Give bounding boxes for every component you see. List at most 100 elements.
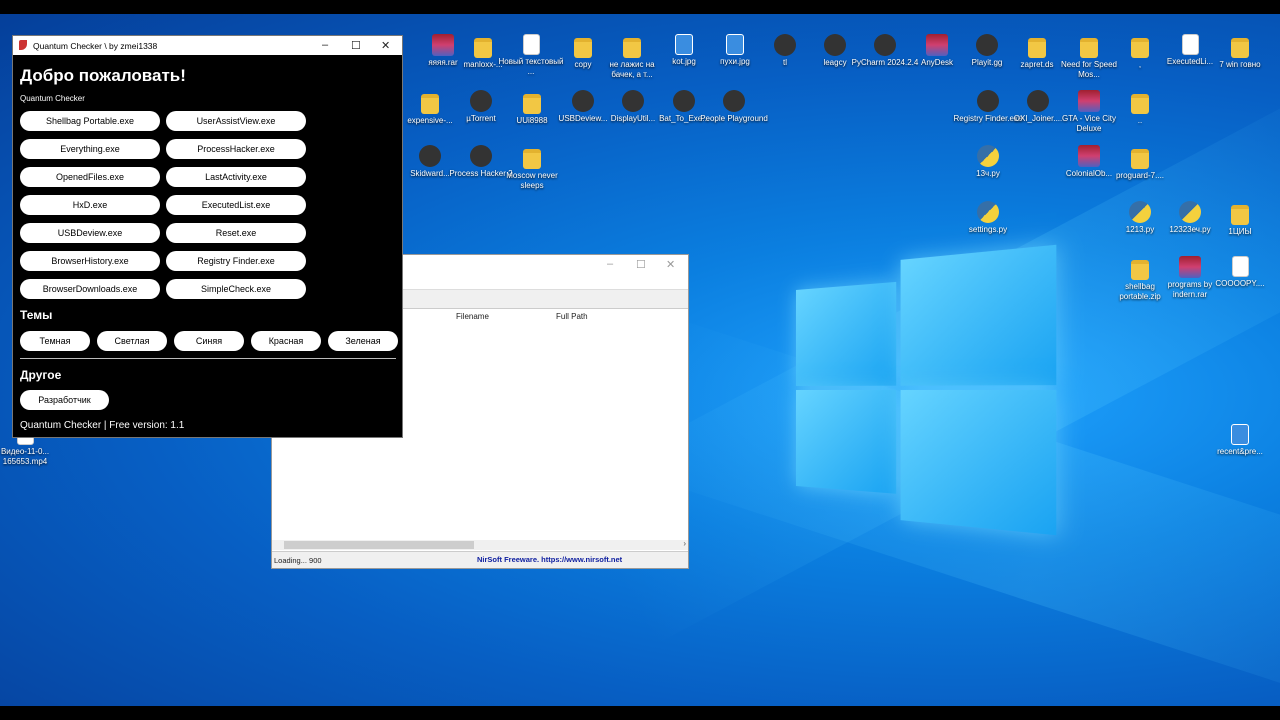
desktop-icon[interactable]: settings.py: [953, 201, 1023, 235]
file-icon: [1232, 256, 1249, 277]
nirsoft-link[interactable]: NirSoft Freeware. https://www.nirsoft.ne…: [477, 555, 622, 564]
chevron-right-icon[interactable]: ›: [683, 539, 686, 548]
app-icon: [874, 34, 896, 56]
maximize-icon[interactable]: ☐: [351, 39, 361, 52]
tool-button[interactable]: Reset.exe: [166, 223, 306, 243]
folder-icon: [1131, 260, 1149, 280]
app-icon: [572, 90, 594, 112]
file-icon: [1182, 34, 1199, 55]
img-icon: [1231, 424, 1249, 445]
close-icon[interactable]: ✕: [381, 39, 390, 52]
app-icon: [774, 34, 796, 56]
desktop-icon-label: COOOOPY....: [1205, 279, 1275, 289]
folder-icon: [623, 38, 641, 58]
qc-titlebar[interactable]: Quantum Checker \ by zmei1338 – ☐ ✕: [13, 36, 402, 55]
tool-button[interactable]: USBDeview.exe: [20, 223, 160, 243]
app-icon: [723, 90, 745, 112]
desktop-icon-label: recent&pre...: [1205, 447, 1275, 457]
rar-icon: [1078, 145, 1100, 167]
desktop-icon[interactable]: COOOOPY....: [1205, 256, 1275, 289]
desktop-icon-label: 1ЦИЫ: [1205, 227, 1275, 237]
app-icon: [622, 90, 644, 112]
tool-button[interactable]: LastActivity.exe: [166, 167, 306, 187]
desktop-icon[interactable]: Moscow never sleeps: [497, 145, 567, 191]
desktop-icon-label: Moscow never sleeps: [497, 171, 567, 191]
app-icon: [1027, 90, 1049, 112]
theme-button[interactable]: Синяя: [174, 331, 244, 351]
folder-icon: [1028, 38, 1046, 58]
quantum-checker-window[interactable]: Quantum Checker \ by zmei1338 – ☐ ✕ Добр…: [12, 35, 403, 438]
desktop-icon-label: People Playground: [699, 114, 769, 124]
tool-button[interactable]: Registry Finder.exe: [166, 251, 306, 271]
py-icon: [1129, 201, 1151, 223]
tool-button[interactable]: SimpleCheck.exe: [166, 279, 306, 299]
folder-icon: [421, 94, 439, 114]
img-icon: [675, 34, 693, 55]
folder-icon: [1131, 94, 1149, 114]
app-subtitle: Quantum Checker: [20, 94, 85, 103]
py-icon: [1179, 201, 1201, 223]
windows-logo: [796, 245, 1056, 535]
desktop-icon-label: Видео-11-0... 165653.mp4: [0, 447, 60, 467]
desktop-icon[interactable]: 1ЦИЫ: [1205, 201, 1275, 237]
rar-icon: [1078, 90, 1100, 112]
tool-button[interactable]: BrowserDownloads.exe: [20, 279, 160, 299]
tool-button[interactable]: BrowserHistory.exe: [20, 251, 160, 271]
folder-icon: [574, 38, 592, 58]
tool-button[interactable]: OpenedFiles.exe: [20, 167, 160, 187]
desktop-icon-label: 13ч.py: [953, 169, 1023, 179]
tool-button[interactable]: ExecutedList.exe: [166, 195, 306, 215]
divider: [20, 358, 396, 359]
column-header-filename[interactable]: Filename: [456, 312, 489, 321]
theme-button[interactable]: Темная: [20, 331, 90, 351]
status-bar: Loading... 900 NirSoft Freeware. https:/…: [272, 551, 688, 568]
theme-button[interactable]: Красная: [251, 331, 321, 351]
developer-button[interactable]: Разработчик: [20, 390, 109, 410]
folder-icon: [1231, 205, 1249, 225]
folder-icon: [523, 149, 541, 169]
tool-button[interactable]: Shellbag Portable.exe: [20, 111, 160, 131]
py-icon: [977, 145, 999, 167]
scrollbar-thumb[interactable]: [284, 541, 474, 549]
desktop-icon[interactable]: 7 win говно: [1205, 34, 1275, 70]
minimize-icon[interactable]: –: [322, 39, 328, 51]
desktop: яяяя.rar manloxx-... Новый текстовый ... co…: [0, 14, 1280, 706]
tool-button[interactable]: HxD.exe: [20, 195, 160, 215]
folder-icon: [1131, 149, 1149, 169]
tool-button[interactable]: ProcessHacker.exe: [166, 139, 306, 159]
theme-button[interactable]: Светлая: [97, 331, 167, 351]
status-text: Loading... 900: [274, 556, 322, 565]
app-icon: [673, 90, 695, 112]
app-icon: [419, 145, 441, 167]
desktop-icon[interactable]: ..: [1105, 90, 1175, 126]
theme-button[interactable]: Зеленая: [328, 331, 398, 351]
close-icon[interactable]: ✕: [666, 258, 675, 271]
maximize-icon[interactable]: ☐: [636, 258, 646, 271]
app-icon: [19, 40, 27, 50]
column-header-full-path[interactable]: Full Path: [556, 312, 588, 321]
desktop-icon[interactable]: 13ч.py: [953, 145, 1023, 179]
tool-button[interactable]: UserAssistView.exe: [166, 111, 306, 131]
folder-icon: [1231, 38, 1249, 58]
img-icon: [726, 34, 744, 55]
version-footer: Quantum Checker | Free version: 1.1: [20, 420, 184, 431]
tool-button[interactable]: Everything.exe: [20, 139, 160, 159]
desktop-icon[interactable]: proguard-7....: [1105, 145, 1175, 181]
app-icon: [470, 145, 492, 167]
app-icon: [824, 34, 846, 56]
folder-icon: [1131, 38, 1149, 58]
welcome-heading: Добро пожаловать!: [20, 66, 186, 86]
py-icon: [977, 201, 999, 223]
themes-heading: Темы: [20, 308, 52, 322]
desktop-icon[interactable]: People Playground: [699, 90, 769, 124]
app-icon: [976, 34, 998, 56]
desktop-icon[interactable]: recent&pre...: [1205, 424, 1275, 457]
folder-icon: [1080, 38, 1098, 58]
desktop-icon-label: 7 win говно: [1205, 60, 1275, 70]
window-title: Quantum Checker \ by zmei1338: [33, 41, 157, 51]
minimize-icon[interactable]: –: [607, 258, 613, 270]
desktop-icon-label: proguard-7....: [1105, 171, 1175, 181]
rar-icon: [1179, 256, 1201, 278]
horizontal-scrollbar[interactable]: ›: [272, 540, 688, 550]
desktop-icon-label: settings.py: [953, 225, 1023, 235]
